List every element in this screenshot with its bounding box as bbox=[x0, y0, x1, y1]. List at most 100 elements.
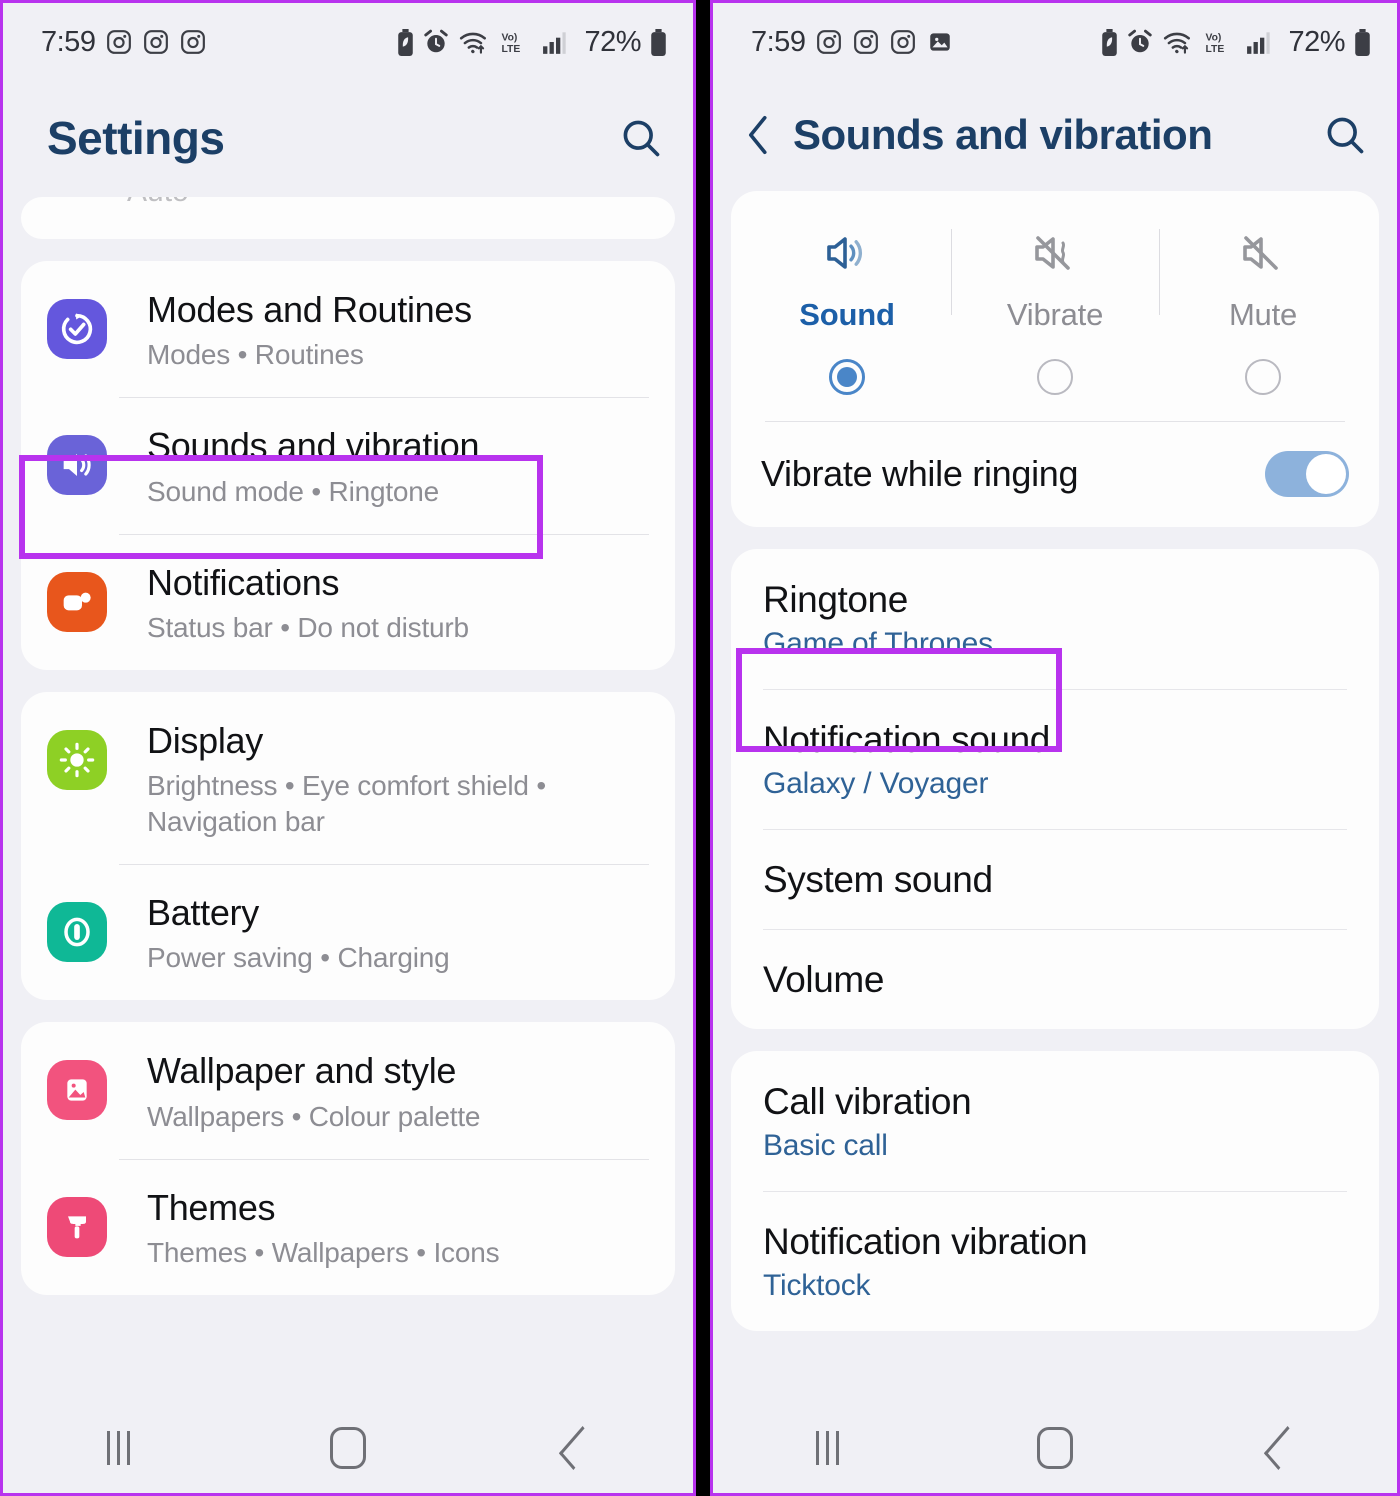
recents-icon[interactable] bbox=[58, 1413, 178, 1483]
list-item-call-vibration[interactable]: Call vibration Basic call bbox=[731, 1051, 1379, 1191]
alarm-icon bbox=[1127, 29, 1153, 55]
navigation-bar-right bbox=[713, 1403, 1397, 1493]
battery-icon bbox=[1354, 28, 1371, 56]
row-text: Battery Power saving • Charging bbox=[147, 890, 649, 976]
notifications-icon bbox=[47, 571, 107, 632]
display-icon bbox=[47, 729, 107, 790]
sidebar-item-wallpaper-and-style[interactable]: Wallpaper and style Wallpapers • Colour … bbox=[21, 1022, 675, 1158]
battery-saver-icon bbox=[397, 28, 414, 56]
item-subtitle: Galaxy / Voyager bbox=[763, 767, 989, 800]
sound-mode-label: Vibrate bbox=[1006, 297, 1104, 332]
search-icon[interactable] bbox=[1323, 113, 1367, 157]
item-title: System sound bbox=[763, 859, 993, 900]
sidebar-item-modes-routines[interactable]: Modes and Routines Modes • Routines bbox=[21, 261, 675, 397]
status-bar-left-group: 7:59 bbox=[41, 26, 206, 59]
sidebar-item-notifications[interactable]: Notifications Status bar • Do not distur… bbox=[21, 533, 675, 670]
radio-sound[interactable] bbox=[829, 359, 865, 395]
instagram-icon bbox=[890, 29, 916, 55]
sound-mode-label: Sound bbox=[799, 297, 895, 332]
row-text: Themes Themes • Wallpapers • Icons bbox=[147, 1185, 649, 1271]
radio-vibrate[interactable] bbox=[1037, 359, 1073, 395]
settings-scroll-body[interactable]: Auto Modes and Routines Modes • Routines bbox=[3, 197, 693, 1383]
svg-text:LTE: LTE bbox=[1206, 43, 1225, 54]
item-subtitle: Themes • Wallpapers • Icons bbox=[147, 1237, 500, 1269]
sidebar-item-sounds-and-vibration[interactable]: Sounds and vibration Sound mode • Ringto… bbox=[21, 397, 675, 533]
item-title: Themes bbox=[147, 1186, 276, 1228]
svg-text:Vo): Vo) bbox=[1206, 32, 1222, 43]
status-time: 7:59 bbox=[751, 25, 806, 58]
instagram-icon bbox=[143, 29, 169, 55]
item-subtitle: Ticktock bbox=[763, 1269, 871, 1302]
back-icon[interactable] bbox=[1223, 1413, 1343, 1483]
status-bar-right-group: Vo) LTE 72% bbox=[397, 26, 667, 59]
list-item-ringtone[interactable]: Ringtone Game of Thrones bbox=[731, 549, 1379, 689]
right-phone-panel: 7:59 Vo) LTE 72% Sounds and vibration So… bbox=[710, 0, 1400, 1496]
volume-on-icon bbox=[747, 225, 947, 281]
list-item-notification-vibration[interactable]: Notification vibration Ticktock bbox=[731, 1191, 1379, 1331]
settings-header: Settings bbox=[3, 81, 693, 197]
wifi-icon bbox=[1162, 29, 1194, 55]
item-subtitle: Basic call bbox=[763, 1129, 888, 1162]
row-text: Wallpaper and style Wallpapers • Colour … bbox=[147, 1048, 649, 1134]
status-bar-right: 7:59 Vo) LTE 72% bbox=[713, 3, 1397, 81]
radio-cell-vibrate[interactable] bbox=[951, 359, 1159, 395]
sound-mode-label: Mute bbox=[1228, 297, 1298, 332]
sounds-header: Sounds and vibration bbox=[713, 81, 1397, 191]
sidebar-item-display[interactable]: Display Brightness • Eye comfort shield … bbox=[21, 692, 675, 864]
sound-mode-option-mute[interactable]: Mute bbox=[1159, 225, 1367, 333]
radio-cell-sound[interactable] bbox=[743, 359, 951, 395]
item-title: Notification vibration bbox=[763, 1221, 1088, 1262]
recents-icon[interactable] bbox=[767, 1413, 887, 1483]
list-item-system-sound[interactable]: System sound bbox=[731, 829, 1379, 929]
radio-mute[interactable] bbox=[1245, 359, 1281, 395]
wifi-icon bbox=[458, 29, 490, 55]
status-bar-right-group: Vo) LTE 72% bbox=[1101, 26, 1371, 59]
sidebar-item-battery[interactable]: Battery Power saving • Charging bbox=[21, 864, 675, 1000]
wallpaper-icon bbox=[47, 1060, 107, 1121]
item-title: Modes and Routines bbox=[147, 289, 472, 330]
sound-mode-option-sound[interactable]: Sound bbox=[743, 225, 951, 333]
sound-items-card: Ringtone Game of Thrones Notification so… bbox=[731, 549, 1379, 1029]
item-title: Ringtone bbox=[763, 579, 908, 620]
row-text: Display Brightness • Eye comfort shield … bbox=[147, 718, 649, 840]
vibrate-while-ringing-label: Vibrate while ringing bbox=[761, 453, 1079, 494]
sound-vibration-icon bbox=[47, 435, 107, 496]
back-icon[interactable] bbox=[518, 1413, 638, 1483]
search-icon[interactable] bbox=[619, 116, 663, 160]
item-subtitle: Brightness • Eye comfort shield • Naviga… bbox=[147, 770, 546, 838]
item-subtitle: Sound mode • Ringtone bbox=[147, 475, 440, 507]
signal-icon bbox=[542, 29, 570, 55]
item-title: Battery bbox=[147, 892, 259, 934]
status-bar-left-group: 7:59 bbox=[751, 26, 953, 59]
vibrate-while-ringing-toggle[interactable] bbox=[1265, 451, 1349, 497]
radio-cell-mute[interactable] bbox=[1159, 359, 1367, 395]
partial-card-top: Auto bbox=[21, 197, 675, 239]
item-title: Wallpaper and style bbox=[147, 1050, 457, 1092]
item-title: Call vibration bbox=[763, 1081, 972, 1122]
vibrate-while-ringing-row[interactable]: Vibrate while ringing bbox=[731, 421, 1379, 527]
item-title: Sounds and vibration bbox=[147, 425, 480, 467]
instagram-icon bbox=[180, 29, 206, 55]
sound-mode-selector: Sound Vibrate Mute bbox=[731, 191, 1379, 421]
sidebar-item-themes[interactable]: Themes Themes • Wallpapers • Icons bbox=[21, 1158, 675, 1295]
battery-percent: 72% bbox=[584, 25, 641, 58]
home-icon[interactable] bbox=[288, 1413, 408, 1483]
back-arrow-icon[interactable] bbox=[739, 112, 779, 158]
signal-icon bbox=[1246, 29, 1274, 55]
item-subtitle: Status bar • Do not disturb bbox=[147, 612, 469, 644]
item-subtitle: Game of Thrones bbox=[763, 627, 993, 660]
home-icon[interactable] bbox=[995, 1413, 1115, 1483]
battery-saver-icon bbox=[1101, 28, 1118, 56]
row-text: Modes and Routines Modes • Routines bbox=[147, 287, 649, 373]
sound-mode-option-vibrate[interactable]: Vibrate bbox=[951, 225, 1159, 333]
status-bar-left: 7:59 Vo) LTE 72% bbox=[3, 3, 693, 81]
dual-screenshot-stage: 7:59 Vo) LTE 72% Settings Modes and Rout… bbox=[0, 0, 1400, 1496]
list-item-notification-sound[interactable]: Notification sound Galaxy / Voyager bbox=[731, 689, 1379, 829]
instagram-icon bbox=[816, 29, 842, 55]
list-item-volume[interactable]: Volume bbox=[731, 929, 1379, 1029]
settings-group-2: Display Brightness • Eye comfort shield … bbox=[21, 691, 675, 1001]
svg-text:Vo): Vo) bbox=[502, 32, 518, 43]
sounds-scroll-body[interactable]: Sound Vibrate Mute Vibrate while ringing… bbox=[713, 191, 1397, 1415]
vibrate-icon bbox=[955, 225, 1155, 281]
item-title: Notifications bbox=[147, 561, 340, 603]
